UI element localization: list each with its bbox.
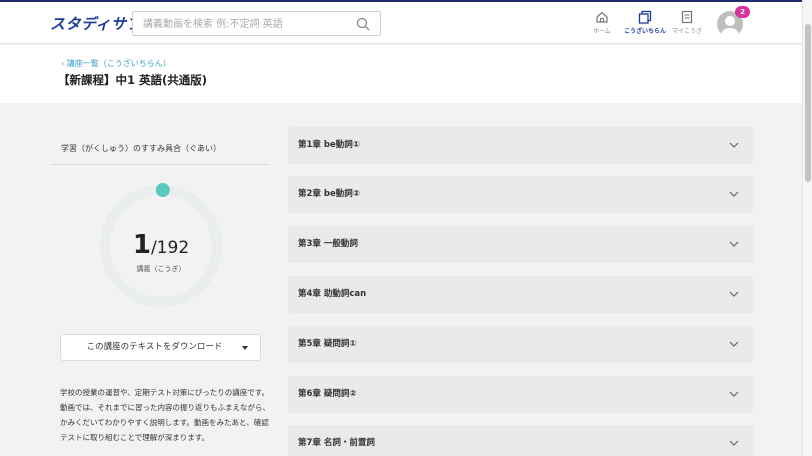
progress-unit: 講義（こうぎ）: [136, 265, 186, 273]
chevron-down-icon: [729, 341, 739, 347]
course-titlebar: ‹ 講座一覧（こうざいちらん） 【新課程】中1 英語(共通版): [0, 45, 802, 103]
chevron-down-icon: [729, 440, 739, 446]
chevron-down-icon: [729, 391, 739, 397]
progress-ring-indicator: [155, 183, 170, 198]
chapter-item[interactable]: 第6章 疑問詞②: [288, 376, 753, 413]
nav-courses[interactable]: こうざいちらん: [622, 10, 668, 35]
progress-done: 1: [132, 230, 151, 260]
chapter-label: 第7章 名詞・前置詞: [298, 438, 375, 448]
header: スタディサプリ ホーム こうざいちらん マイこうざ: [0, 2, 802, 44]
download-text-label: この講座のテキストをダウンロード: [86, 342, 223, 352]
courses-icon: [638, 10, 652, 24]
caret-down-icon: [242, 346, 248, 350]
chevron-down-icon: [729, 241, 739, 247]
search-input[interactable]: [133, 13, 343, 36]
page-scrollbar[interactable]: [802, 0, 812, 456]
chapter-item[interactable]: 第3章 一般動詞: [288, 226, 753, 263]
chapter-item[interactable]: 第2章 be動詞②: [288, 176, 753, 213]
scrollbar-thumb[interactable]: [805, 24, 811, 182]
nav-my-course[interactable]: マイこうざ: [671, 10, 703, 35]
search-box[interactable]: [132, 11, 381, 36]
page-title: 【新課程】中1 英語(共通版): [58, 73, 208, 87]
chapter-label: 第1章 be動詞①: [298, 140, 360, 150]
chapter-label: 第5章 疑問詞①: [298, 339, 357, 349]
chapter-item[interactable]: 第7章 名詞・前置詞: [288, 425, 753, 456]
search-icon[interactable]: [356, 17, 370, 31]
chevron-down-icon: [729, 142, 739, 148]
progress-count: 1/192: [98, 230, 224, 260]
nav-courses-label: こうざいちらん: [623, 28, 666, 35]
home-icon: [596, 11, 608, 23]
chapter-item[interactable]: 第1章 be動詞①: [288, 127, 753, 164]
nav-home-label: ホーム: [593, 28, 611, 35]
chapter-item[interactable]: 第4章 助動詞can: [288, 276, 753, 313]
chapter-label: 第6章 疑問詞②: [298, 389, 357, 399]
breadcrumb[interactable]: ‹ 講座一覧（こうざいちらん）: [61, 58, 171, 69]
my-course-icon: [681, 10, 693, 24]
course-description: 学校の授業の運習や、定期テスト対策にぴったりの講座です。動画では、それまでに習っ…: [60, 388, 270, 442]
notification-badge: 2: [735, 6, 750, 18]
progress-total: /192: [150, 238, 190, 258]
nav-home[interactable]: ホーム: [590, 10, 614, 35]
progress-heading: 学習（がくしゅう）のすすみ具合（ぐあい）: [61, 144, 221, 153]
chapter-label: 第4章 助動詞can: [298, 289, 367, 299]
chapter-label: 第2章 be動詞②: [298, 189, 360, 199]
chevron-down-icon: [729, 191, 739, 197]
nav-my-course-label: マイこうざ: [671, 28, 702, 35]
download-text-button[interactable]: この講座のテキストをダウンロード: [60, 334, 261, 361]
chapter-label: 第3章 一般動詞: [298, 239, 358, 249]
chevron-down-icon: [729, 291, 739, 297]
chapter-item[interactable]: 第5章 疑問詞①: [288, 326, 753, 363]
divider: [50, 164, 270, 165]
